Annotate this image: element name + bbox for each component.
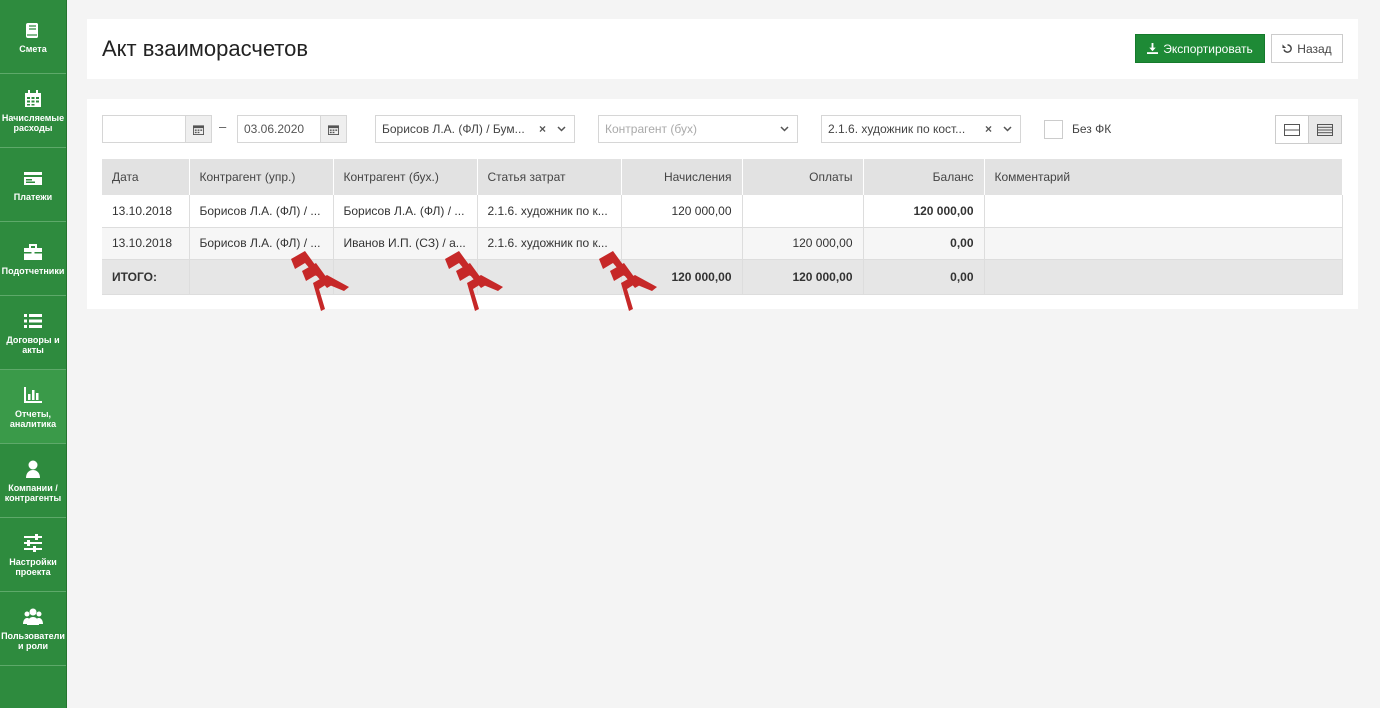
cost-item-value: 2.1.6. художник по кост... [828,122,966,136]
view-toggle [1275,115,1342,144]
total-cell [477,259,622,295]
date-to-value[interactable]: 03.06.2020 [238,116,320,142]
table-row[interactable]: 13.10.2018 Борисов Л.А. (ФЛ) / ... Борис… [102,195,1343,228]
briefcase-icon [24,243,42,260]
bar-chart-icon [24,386,42,403]
total-cell [189,259,334,295]
total-row: ИТОГО: 120 000,00 120 000,00 0,00 [102,259,1343,295]
total-balance: 0,00 [863,259,985,295]
column-header-cost-item[interactable]: Статья затрат [477,159,622,195]
column-header-payments[interactable]: Оплаты [742,159,864,195]
cell-payments [742,195,864,228]
report-card: – 03.06.2020 Борисов Л.А. (ФЛ) / Бум... … [87,99,1358,309]
table-icon [1317,123,1333,136]
cell-accruals: 120 000,00 [621,195,743,228]
cell-counterparty-buh: Борисов Л.А. (ФЛ) / ... [333,195,478,228]
cell-comment [984,227,1343,260]
sidebar-item-label: Компании / контрагенты [4,482,62,503]
without-fk-label: Без ФК [1072,122,1112,136]
chevron-down-icon [557,126,566,132]
export-button[interactable]: Экспортировать [1135,34,1265,63]
credit-card-icon [24,171,42,185]
total-label: ИТОГО: [102,259,190,295]
cell-counterparty-upr: Борисов Л.А. (ФЛ) / ... [189,195,334,228]
date-from-field[interactable] [102,115,212,143]
sidebar-item-companies[interactable]: Компании / контрагенты [0,444,66,518]
total-cell [984,259,1343,295]
sidebar-item-accountable-persons[interactable]: Подотчетники [0,222,66,296]
user-icon [26,460,40,478]
cell-cost-item: 2.1.6. художник по к... [477,227,622,260]
cell-balance: 120 000,00 [863,195,985,228]
book-icon [26,22,38,38]
sidebar-item-estimate[interactable]: Смета [0,0,66,74]
sidebar-item-label: Смета [19,43,47,54]
view-detailed-button[interactable] [1308,116,1341,143]
column-header-counterparty-buh[interactable]: Контрагент (бух.) [333,159,478,195]
calendar-icon [25,89,41,107]
cell-accruals [621,227,743,260]
back-button-label: Назад [1297,41,1332,56]
column-header-balance[interactable]: Баланс [863,159,985,195]
counterparty-upr-select[interactable]: Борисов Л.А. (ФЛ) / Бум... × [375,115,575,143]
total-payments: 120 000,00 [742,259,864,295]
settlement-table: Дата Контрагент (упр.) Контрагент (бух.)… [102,159,1343,295]
date-range-separator: – [219,119,227,134]
sidebar-item-label: Подотчетники [1,265,65,276]
table-header-row: Дата Контрагент (упр.) Контрагент (бух.)… [102,159,1343,195]
sidebar-item-payments[interactable]: Платежи [0,148,66,222]
without-fk-checkbox[interactable] [1044,120,1063,139]
sidebar-item-users-roles[interactable]: Пользователи и роли [0,592,66,666]
sidebar-item-contracts[interactable]: Договоры и акты [0,296,66,370]
cell-date: 13.10.2018 [102,227,190,260]
column-header-counterparty-upr[interactable]: Контрагент (упр.) [189,159,334,195]
export-button-label: Экспортировать [1163,41,1253,56]
view-compact-button[interactable] [1276,116,1308,143]
cell-payments: 120 000,00 [742,227,864,260]
download-icon [1147,43,1159,54]
sidebar-item-label: Договоры и акты [6,334,60,355]
sidebar-item-reports[interactable]: Отчеты, аналитика [0,370,66,444]
users-icon [23,608,43,625]
page-header: Акт взаиморасчетов Экспортировать Назад [87,19,1358,79]
sidebar-item-label: Начисляемые расходы [1,112,65,133]
sidebar-item-project-settings[interactable]: Настройки проекта [0,518,66,592]
calendar-icon[interactable] [320,116,346,142]
total-accruals: 120 000,00 [621,259,743,295]
page-title: Акт взаиморасчетов [102,36,309,61]
cell-balance: 0,00 [863,227,985,260]
cell-counterparty-upr: Борисов Л.А. (ФЛ) / ... [189,227,334,260]
sidebar-item-label: Платежи [13,191,53,202]
counterparty-upr-value: Борисов Л.А. (ФЛ) / Бум... [382,122,525,136]
cell-counterparty-buh: Иванов И.П. (СЗ) / а... [333,227,478,260]
cell-comment [984,195,1343,228]
chevron-down-icon [1003,126,1012,132]
chevron-down-icon [780,126,789,132]
sidebar-item-label: Пользователи и роли [1,630,65,651]
counterparty-buh-select[interactable]: Контрагент (бух) [598,115,798,143]
sliders-icon [24,533,42,552]
column-header-accruals[interactable]: Начисления [621,159,743,195]
total-cell [333,259,478,295]
list-icon [24,313,42,328]
cell-cost-item: 2.1.6. художник по к... [477,195,622,228]
sidebar-item-label: Настройки проекта [9,556,57,577]
date-to-field[interactable]: 03.06.2020 [237,115,347,143]
clear-icon[interactable]: × [985,116,992,142]
sidebar-item-label: Отчеты, аналитика [9,408,57,429]
undo-icon [1282,44,1293,53]
rows-icon [1284,123,1300,136]
date-from-value[interactable] [103,116,185,142]
back-button[interactable]: Назад [1271,34,1343,63]
counterparty-buh-placeholder: Контрагент (бух) [605,122,697,136]
sidebar: Смета Начисляемые расходы Платежи Подотч… [0,0,67,708]
calendar-icon[interactable] [185,116,211,142]
clear-icon[interactable]: × [539,116,546,142]
sidebar-item-accrued-expenses[interactable]: Начисляемые расходы [0,74,66,148]
column-header-date[interactable]: Дата [102,159,190,195]
cost-item-select[interactable]: 2.1.6. художник по кост... × [821,115,1021,143]
column-header-comment[interactable]: Комментарий [984,159,1343,195]
cell-date: 13.10.2018 [102,195,190,228]
table-row[interactable]: 13.10.2018 Борисов Л.А. (ФЛ) / ... Ивано… [102,227,1343,260]
